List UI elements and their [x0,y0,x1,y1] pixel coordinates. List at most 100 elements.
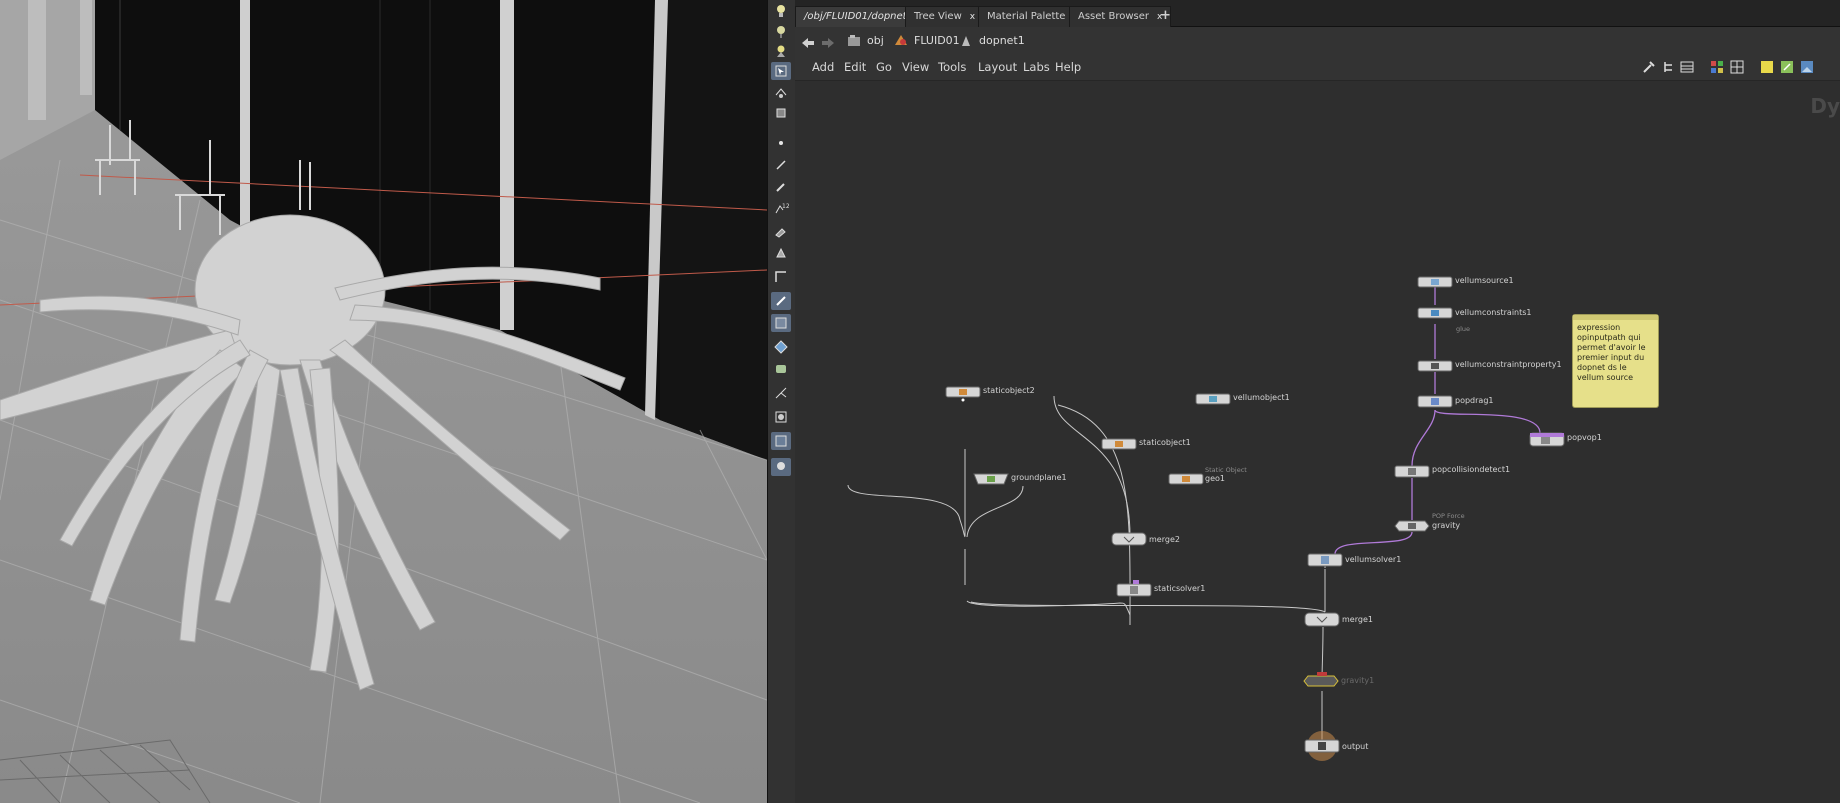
node-label-gravity1: gravity1 [1341,676,1375,685]
node-gravity1[interactable] [1303,672,1339,687]
render-icon[interactable] [771,408,791,426]
image-icon[interactable] [1799,59,1815,75]
node-label-geo1: geo1 [1205,474,1225,483]
breadcrumb-obj[interactable]: obj [843,31,884,51]
list-icon[interactable] [1679,59,1695,75]
pin-icon[interactable] [771,432,791,450]
node-label-popdrag1: popdrag1 [1455,396,1494,405]
tab-tree-view[interactable]: Tree View x [905,6,985,27]
move-icon[interactable] [771,84,791,102]
close-icon[interactable]: x [970,12,975,22]
forward-arrow-icon[interactable] [821,34,835,53]
node-popcollisiondetect1[interactable] [1394,465,1430,478]
breadcrumb-label: FLUID01 [914,34,960,47]
sculpt-icon[interactable] [771,244,791,262]
pen-icon[interactable] [771,156,791,174]
obj-icon [847,34,861,55]
node-popvop1[interactable] [1529,432,1565,447]
menu-layout[interactable]: Layout [978,60,1017,74]
node-vellumconstraints1[interactable] [1417,307,1453,319]
add-tab-button[interactable]: + [1155,6,1176,26]
node-label-popvop1: popvop1 [1567,433,1602,442]
handle-icon[interactable] [771,104,791,122]
viewport-scene-render [0,0,767,803]
back-arrow-icon[interactable] [801,34,815,53]
geo-node-icon [894,34,908,55]
node-merge2[interactable] [1111,532,1147,546]
node-staticobject1[interactable] [1101,438,1137,450]
tree-layout-icon[interactable] [1661,59,1677,75]
node-label-vellumconstraintproperty1: vellumconstraintproperty1 [1455,360,1562,369]
measure-icon[interactable] [771,222,791,240]
node-label-staticobject1: staticobject1 [1139,438,1191,447]
menu-view[interactable]: View [902,60,929,74]
color-palette-icon[interactable] [1709,59,1725,75]
tab-label: /obj/FLUID01/dopnet1 [804,11,913,22]
point-icon[interactable] [771,134,791,152]
node-label-staticobject2: staticobject2 [983,386,1035,395]
edit-icon[interactable] [1779,59,1795,75]
node-groundplane1[interactable] [973,473,1009,485]
node-sub-geo1: Static Object [1205,466,1247,474]
node-popdrag1[interactable] [1417,395,1453,408]
tab-label: Asset Browser [1078,11,1150,22]
menu-add[interactable]: Add [812,60,834,74]
tab-label: Tree View [914,11,962,22]
node-staticsolver1[interactable] [1116,580,1152,597]
wrench-icon[interactable] [1641,59,1657,75]
node-vellumconstraintproperty1[interactable] [1417,360,1453,372]
node-label-vellumconstraints1: vellumconstraints1 [1455,308,1532,317]
node-vellumsource1[interactable] [1417,276,1453,288]
breadcrumb-label: obj [867,34,884,47]
display-icon[interactable] [771,384,791,402]
menu-go[interactable]: Go [876,60,892,74]
magnet-icon[interactable] [771,314,791,332]
breadcrumb-fluid01[interactable]: FLUID01 [890,31,960,51]
pin-icon[interactable] [771,458,791,476]
node-label-gravity: gravity [1432,521,1461,530]
paint-icon[interactable]: 12 [771,200,791,218]
node-label-groundplane1: groundplane1 [1011,473,1067,482]
node-output[interactable] [1304,731,1340,761]
dopnet-icon [959,34,973,55]
shape-palette-icon[interactable] [1729,59,1745,75]
menu-edit[interactable]: Edit [844,60,866,74]
node-sub-gravity: POP Force [1432,512,1465,520]
bone-icon[interactable] [771,360,791,378]
node-gravity[interactable] [1394,520,1430,532]
scene-viewport[interactable] [0,0,767,803]
path-bar: obj FLUID01 dopnet1 [795,27,1840,54]
node-geo1[interactable] [1168,473,1204,485]
network-menu-bar: Add Edit Go View Tools Layout Labs Help [795,54,1840,81]
sticky-note[interactable]: expression opinputpath qui permet d'avoi… [1573,315,1658,407]
lightbulb-icon[interactable] [771,2,791,20]
sticky-note-text: expression opinputpath qui permet d'avoi… [1577,323,1646,382]
node-label-merge2: merge2 [1149,535,1180,544]
node-staticobject2[interactable] [945,386,981,402]
node-vellumobject1[interactable] [1195,393,1231,405]
camera-light-icon[interactable] [771,22,791,40]
node-sub-vellumconstraints1: glue [1456,325,1471,333]
grid-icon[interactable] [771,268,791,286]
node-label-staticsolver1: staticsolver1 [1154,584,1206,593]
node-merge1[interactable] [1304,612,1340,627]
group-icon[interactable] [771,338,791,356]
spotlight-icon[interactable] [771,42,791,60]
menu-labs[interactable]: Labs [1023,60,1050,74]
node-network-canvas[interactable]: Dy vellumsource1 vellumconstraints1 glue… [795,80,1840,803]
sticky-note-icon[interactable] [1759,59,1775,75]
brush-icon[interactable] [771,178,791,196]
breadcrumb-label: dopnet1 [979,34,1025,47]
pane-tab-bar: /obj/FLUID01/dopnet1 x Tree View x Materia… [795,0,1840,27]
node-label-output: output [1342,742,1369,751]
node-label-popcollisiondetect1: popcollisiondetect1 [1432,465,1511,474]
snap-icon[interactable] [771,292,791,310]
breadcrumb-dopnet1[interactable]: dopnet1 [955,31,1025,51]
select-icon[interactable] [771,62,791,80]
menu-help[interactable]: Help [1055,60,1081,74]
node-vellumsolver1[interactable] [1307,553,1343,567]
menu-tools[interactable]: Tools [938,60,966,74]
network-editor-pane: /obj/FLUID01/dopnet1 x Tree View x Materia… [795,0,1840,803]
node-label-vellumsolver1: vellumsolver1 [1345,555,1402,564]
node-shapes [945,276,1565,761]
